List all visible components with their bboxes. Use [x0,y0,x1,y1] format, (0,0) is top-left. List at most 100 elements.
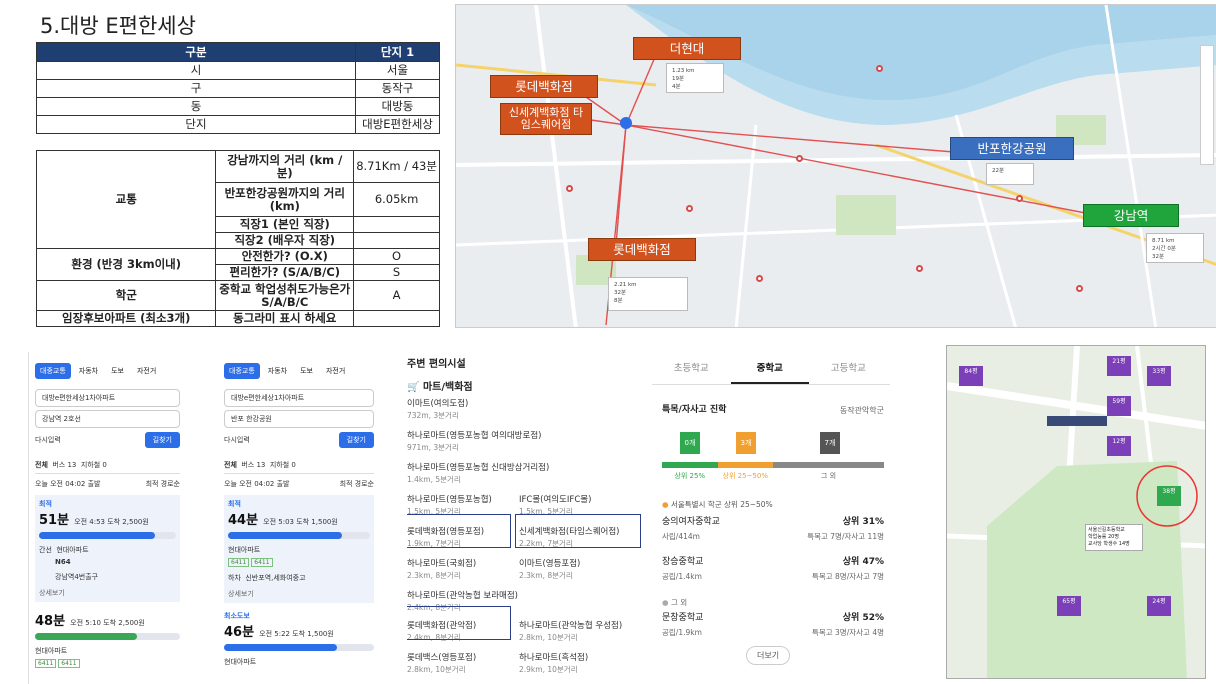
selected-pin[interactable]: 38평 [1157,486,1181,506]
filter-subway[interactable]: 지하철 0 [81,461,107,469]
tab-bike[interactable]: 자전거 [321,363,350,379]
map-background [456,5,1216,327]
map-zoom-controls[interactable] [1200,45,1214,165]
row-label: 직장2 (배우자 직장) [215,232,355,249]
more-button[interactable]: 더보기 [746,646,791,665]
col-header: 단지 1 [355,42,440,62]
reset-button[interactable]: 다시입력 [35,435,61,445]
cell: 시 [36,61,356,80]
row-label: 안전한가? (O.X) [215,248,355,265]
list-item: 하나로마트(흑석점) 2.9km, 10분거리 [519,653,589,674]
school-item: 문창중학교 상위 52% [662,613,884,623]
bus-number: N64 [55,558,71,566]
sort-select[interactable]: 최적 경로순 [340,479,374,489]
row-label: 반포한강공원까지의 거리 (km) [215,182,355,217]
row-value: A [353,280,440,311]
bus-type: 간선 [39,546,52,554]
tab-car[interactable]: 자동차 [74,363,103,379]
row-label: 직장1 (본인 직장) [215,216,355,233]
cell: 동 [36,97,356,116]
filter-all[interactable]: 전체 [35,461,48,469]
tab-walk[interactable]: 도보 [106,363,129,379]
departure-time[interactable]: 오늘 오전 04:02 출발 [224,479,290,489]
price-pin[interactable]: 24평 [1147,596,1171,616]
row-value: O [353,248,440,265]
price-pin[interactable]: 33평 [1147,366,1171,386]
rank-bar [662,462,884,468]
count-badge: 7개 [820,432,840,454]
bus-chip: 6411 [251,558,273,567]
filter-all[interactable]: 전체 [224,461,237,469]
count-badge: 0개 [680,432,700,454]
best-badge: 최적 [228,500,241,508]
category-env: 환경 (반경 3km이내) [35,248,217,281]
school-note: 서울특별시 학군 상위 25~50% [670,500,773,509]
filter-bus[interactable]: 버스 13 [241,461,265,469]
tab-transit[interactable]: 대중교통 [35,363,71,379]
row-label: 중학교 학업성취도가능은가 S/A/B/C [215,280,355,311]
tab-bike[interactable]: 자전거 [132,363,161,379]
price-pin[interactable]: 65평 [1057,596,1081,616]
map-label-lotte[interactable]: 롯데백화점 [490,75,598,98]
search-button[interactable]: 길찾기 [338,432,374,448]
page-title: 5.대방 E편한세상 [40,14,196,38]
other-label: 그 외 [670,598,688,607]
reset-button[interactable]: 다시입력 [224,435,250,445]
tab-elementary[interactable]: 초등학교 [652,350,731,382]
price-pin[interactable]: 84평 [959,366,983,386]
price-pin[interactable]: 21평 [1107,356,1131,376]
route-duration: 44분 [228,513,259,528]
origin-input[interactable]: 대방e편한세상1차아파트 [224,389,374,407]
row-value: 6.05km [353,182,440,217]
category-apt: 임장후보아파트 (최소3개) [35,310,217,327]
bus-stop: 현대아파트 [56,546,89,554]
price-pin[interactable]: 12평 [1107,436,1131,456]
cell: 단지 [36,115,356,134]
row-value [353,232,440,249]
filter-bus[interactable]: 버스 13 [52,461,76,469]
list-item: 롯데백스(영등포점) 2.8km, 10분거리 [407,653,477,674]
map-label-lotte-2[interactable]: 롯데백화점 [588,238,696,261]
distance-popup: 1.23 km 19분 4분 [666,63,724,93]
map-label-shinsegae[interactable]: 신세계백화점 타임스퀘어점 [500,103,592,135]
legend-other: 그 외 [820,472,837,480]
min-walk-badge: 최소도보 [224,612,250,620]
price-pin[interactable]: 59평 [1107,396,1131,416]
map-label-hyundai[interactable]: 더현대 [633,37,741,60]
cart-icon: 🛒 [407,382,420,393]
apartment-map[interactable]: 84평 21평 33평 59평 12평 38평 65평 24평 서울신길초등학교… [946,345,1206,679]
distance-popup: 22분 [986,163,1034,185]
list-item: 이마트(영등포점) 2.3km, 8분거리 [519,559,581,580]
list-item: 하나로마트(영등포농협 여의대방로점) 971m, 3분거리 [407,431,542,452]
destination-input[interactable]: 강남역 2호선 [35,410,180,428]
list-item: 이마트(여의도점) 732m, 3분거리 [407,399,469,420]
detail-link[interactable]: 상세보기 [228,589,370,599]
map-label-banpo[interactable]: 반포한강공원 [950,137,1074,160]
departure-time[interactable]: 오늘 오전 04:02 출발 [35,479,101,489]
route-detail: 오전 4:53 도착 2,500원 [74,518,149,526]
tab-car[interactable]: 자동차 [263,363,292,379]
sort-select[interactable]: 최적 경로순 [146,479,180,489]
category-traffic: 교통 [35,150,217,249]
origin-input[interactable]: 대방e편한세상1차아파트 [35,389,180,407]
tab-walk[interactable]: 도보 [295,363,318,379]
map-label-gangnam[interactable]: 강남역 [1083,204,1179,227]
tab-transit[interactable]: 대중교통 [224,363,260,379]
cell: 대방E편한세상 [355,115,440,134]
filter-subway[interactable]: 지하철 0 [270,461,296,469]
route-duration: 46분 [224,625,255,640]
count-badge: 3개 [736,432,756,454]
distance-popup: 8.71 km 2시간 0분 32분 [1146,233,1204,263]
search-button[interactable]: 길찾기 [144,432,180,448]
cell: 서울 [355,61,440,80]
row-label: 편리한가? (S/A/B/C) [215,264,355,281]
detail-link[interactable]: 상세보기 [39,588,176,598]
destination-input[interactable]: 반포 한강공원 [224,410,374,428]
alight-stop: 신반포역,세화여중고 [245,574,306,582]
best-badge: 최적 [39,500,52,508]
tab-middle[interactable]: 중학교 [730,350,810,384]
row-label: 강남까지의 거리 (km / 분) [215,150,355,183]
col-header: 구분 [36,42,356,62]
route-map[interactable]: 더현대 롯데백화점 신세계백화점 타임스퀘어점 반포한강공원 강남역 롯데백화점… [455,4,1216,328]
tab-high[interactable]: 고등학교 [809,350,888,382]
